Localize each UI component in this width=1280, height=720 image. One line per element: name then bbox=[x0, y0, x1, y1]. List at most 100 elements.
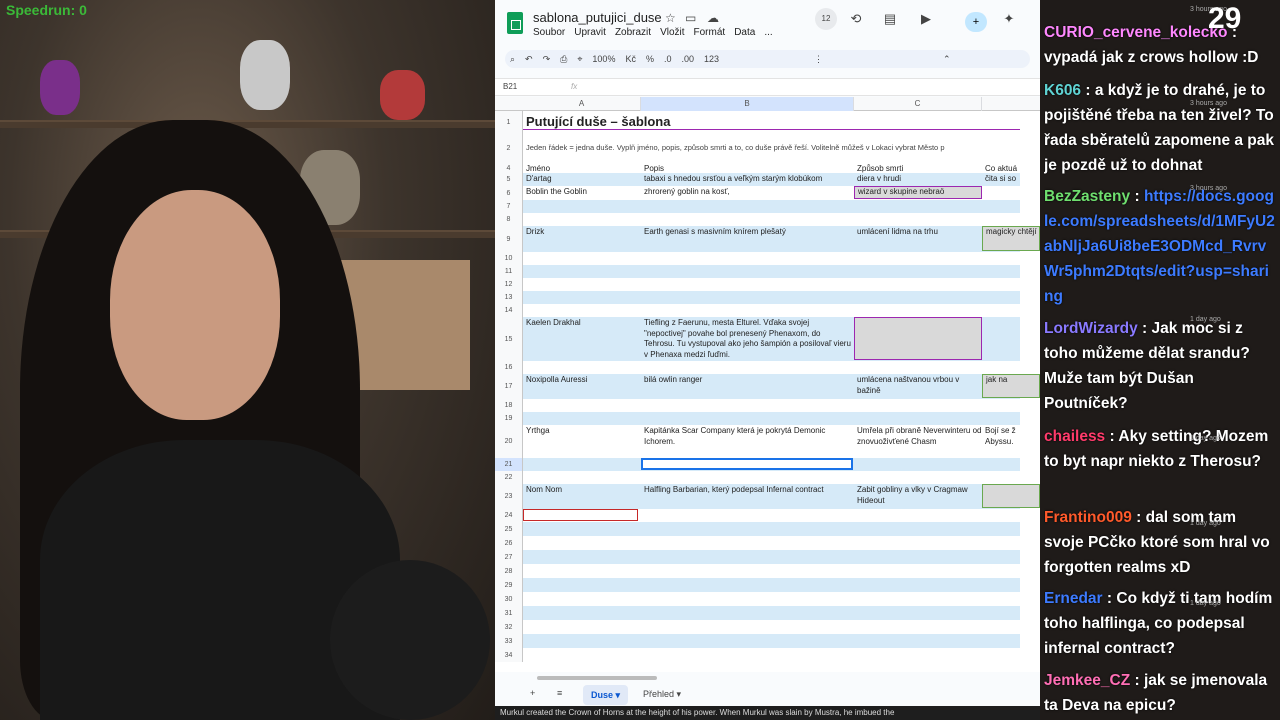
cell-a[interactable] bbox=[523, 635, 638, 648]
cell-b[interactable] bbox=[641, 305, 853, 317]
cell-b[interactable] bbox=[641, 510, 853, 522]
cell-a[interactable]: Jméno bbox=[523, 164, 638, 173]
more-icon[interactable]: ⋮ bbox=[814, 54, 823, 65]
add-sheet-button[interactable]: + bbox=[530, 688, 535, 698]
column-header-c[interactable]: C bbox=[854, 97, 982, 111]
cell-a[interactable]: D'artag bbox=[523, 174, 638, 186]
comments-icon[interactable]: ▤ bbox=[879, 8, 901, 30]
menu-data[interactable]: Data bbox=[734, 27, 755, 38]
cell-b[interactable]: Halfling Barbarian, který podepsal Infer… bbox=[641, 485, 853, 509]
menu-file[interactable]: Soubor bbox=[533, 27, 565, 38]
cell-b[interactable] bbox=[641, 201, 853, 213]
cell-b[interactable]: Popis bbox=[641, 164, 853, 173]
row-number[interactable]: 16 bbox=[495, 361, 523, 374]
cell-c[interactable]: Způsob smrti bbox=[854, 164, 982, 173]
cell-a[interactable]: Drizk bbox=[523, 227, 638, 252]
cell-d[interactable] bbox=[982, 253, 1040, 265]
cell-a[interactable] bbox=[523, 537, 638, 550]
row-number[interactable]: 6 bbox=[495, 186, 523, 200]
star-icon[interactable]: ☆ bbox=[665, 11, 676, 25]
row-number[interactable]: 29 bbox=[495, 578, 523, 592]
cell-b[interactable] bbox=[641, 413, 853, 425]
row-number[interactable]: 13 bbox=[495, 291, 523, 304]
cell-c[interactable]: diera v hrudi bbox=[854, 174, 982, 186]
currency-button[interactable]: Kč bbox=[625, 54, 636, 64]
cell-a[interactable] bbox=[523, 279, 638, 291]
row-number[interactable]: 32 bbox=[495, 620, 523, 634]
cell-a[interactable] bbox=[523, 593, 638, 606]
cell-a[interactable] bbox=[523, 413, 638, 425]
row-number[interactable]: 10 bbox=[495, 252, 523, 265]
increase-decimal-button[interactable]: .00 bbox=[682, 54, 695, 64]
cell-a[interactable] bbox=[523, 621, 638, 634]
cell-c[interactable] bbox=[854, 214, 982, 226]
row-number[interactable]: 24 bbox=[495, 509, 523, 522]
row-number[interactable]: 15 bbox=[495, 317, 523, 361]
row-number[interactable]: 8 bbox=[495, 213, 523, 226]
cell-c[interactable] bbox=[854, 523, 982, 536]
cell-b[interactable]: zhrorený goblin na kosť, bbox=[641, 187, 853, 200]
folder-icon[interactable]: ▭ bbox=[685, 11, 696, 25]
cell-a[interactable] bbox=[523, 214, 638, 226]
cell-d[interactable] bbox=[982, 305, 1040, 317]
cell-c[interactable] bbox=[854, 253, 982, 265]
all-sheets-button[interactable]: ≡ bbox=[557, 688, 562, 698]
row-number[interactable]: 22 bbox=[495, 471, 523, 484]
row-number[interactable]: 18 bbox=[495, 399, 523, 412]
cell-c[interactable]: Zabit gobliny a vlky v Cragmaw Hideout bbox=[854, 485, 982, 509]
cell-d[interactable] bbox=[982, 579, 1040, 592]
cell-c[interactable] bbox=[854, 362, 982, 374]
zoom-select[interactable]: 100% bbox=[592, 54, 615, 64]
cell-c[interactable]: umlácení lidma na trhu bbox=[854, 227, 982, 252]
menu-edit[interactable]: Upravit bbox=[574, 27, 606, 38]
cell-d[interactable] bbox=[982, 484, 1040, 508]
tab-duse[interactable]: Duse ▾ bbox=[583, 685, 629, 705]
cell-c[interactable] bbox=[854, 305, 982, 317]
row-number[interactable]: 9 bbox=[495, 226, 523, 252]
row-number[interactable]: 26 bbox=[495, 536, 523, 550]
name-box[interactable]: B21 bbox=[503, 82, 517, 91]
cell-d[interactable] bbox=[982, 266, 1040, 278]
cell-b[interactable] bbox=[641, 579, 853, 592]
cell-d[interactable] bbox=[982, 621, 1040, 634]
cell-a[interactable] bbox=[523, 362, 638, 374]
cell-b[interactable] bbox=[641, 214, 853, 226]
cell-c[interactable] bbox=[854, 472, 982, 484]
chat-username[interactable]: chailess bbox=[1044, 428, 1105, 445]
cell-b[interactable] bbox=[641, 400, 853, 412]
cell-c[interactable] bbox=[854, 201, 982, 213]
cell-a[interactable] bbox=[523, 649, 638, 662]
cell-c[interactable] bbox=[854, 537, 982, 550]
cell-d[interactable]: čita si so bbox=[982, 174, 1040, 186]
menu-more[interactable]: ... bbox=[764, 27, 772, 38]
row-number[interactable]: 5 bbox=[495, 173, 523, 186]
cell-a[interactable] bbox=[523, 201, 638, 213]
row-number[interactable]: 33 bbox=[495, 634, 523, 648]
row-number[interactable]: 30 bbox=[495, 592, 523, 606]
cell-b[interactable] bbox=[641, 292, 853, 304]
cell-c[interactable]: wizard v skupine nebraö bbox=[854, 186, 982, 199]
cell-b[interactable] bbox=[641, 537, 853, 550]
sheets-logo-icon[interactable] bbox=[507, 12, 523, 34]
cell-b[interactable] bbox=[641, 266, 853, 278]
cell-a[interactable] bbox=[523, 579, 638, 592]
cell-a[interactable] bbox=[523, 459, 638, 471]
row-number[interactable]: 28 bbox=[495, 564, 523, 578]
cell-d[interactable] bbox=[982, 510, 1040, 522]
cell-d[interactable] bbox=[982, 459, 1040, 471]
decrease-decimal-button[interactable]: .0 bbox=[664, 54, 672, 64]
cell-d[interactable] bbox=[982, 279, 1040, 291]
cell-b[interactable] bbox=[641, 607, 853, 620]
tab-prehled[interactable]: Přehled ▾ bbox=[643, 689, 681, 700]
cell-a[interactable] bbox=[523, 607, 638, 620]
cloud-icon[interactable]: ☁ bbox=[707, 11, 719, 25]
cell-d[interactable] bbox=[982, 649, 1040, 662]
menu-format[interactable]: Formát bbox=[694, 27, 726, 38]
row-number[interactable]: 11 bbox=[495, 265, 523, 278]
print-icon[interactable]: ⎙ bbox=[560, 54, 567, 65]
horizontal-scrollbar[interactable] bbox=[537, 676, 657, 680]
cell-a[interactable]: Noxipolla Auressi bbox=[523, 375, 638, 399]
cell-d[interactable] bbox=[982, 565, 1040, 578]
cell-b[interactable]: Earth genasi s masivním knírem plešatý bbox=[641, 227, 853, 252]
cell-b[interactable]: Kapitánka Scar Company která je pokrytá … bbox=[641, 426, 853, 458]
